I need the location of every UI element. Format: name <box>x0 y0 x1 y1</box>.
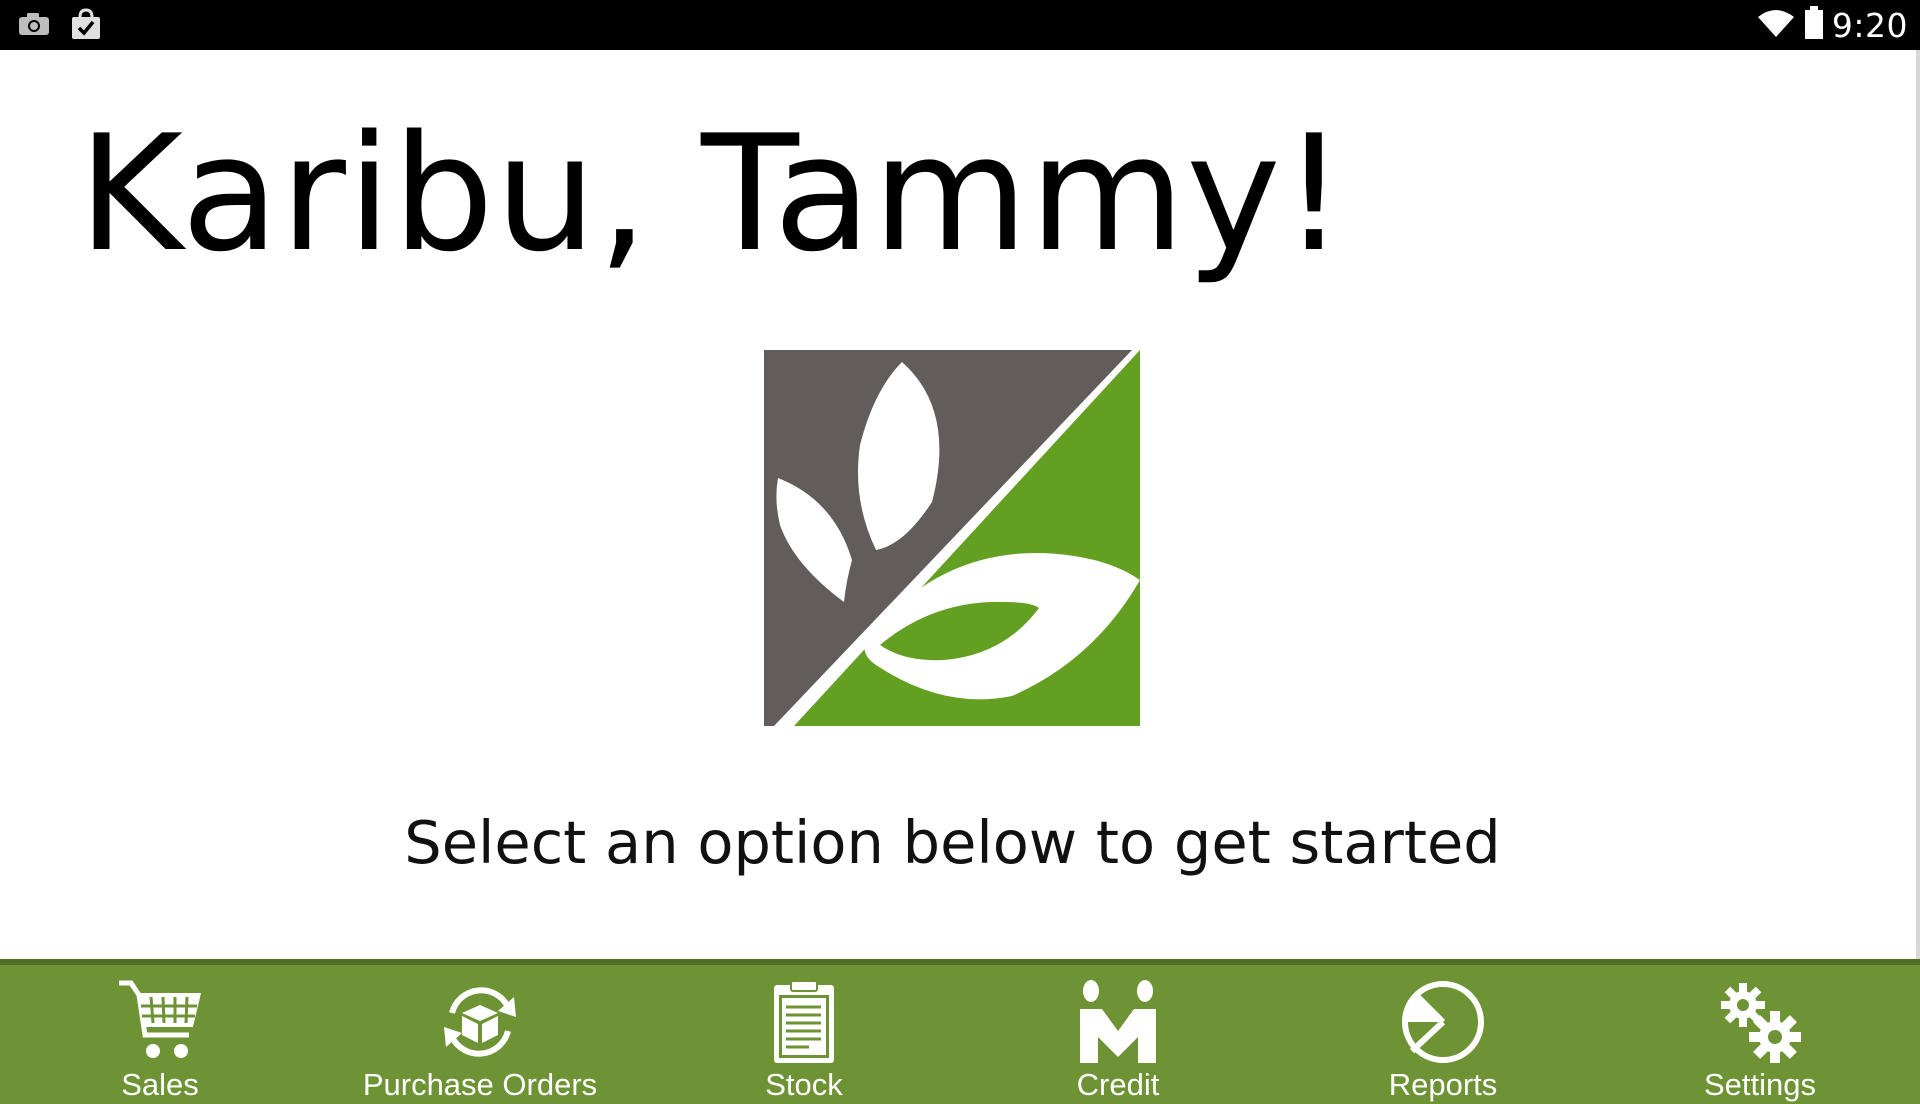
instruction-text: Select an option below to get started <box>404 808 1501 877</box>
gears-icon <box>1721 983 1801 1063</box>
scroll-edge <box>1916 50 1920 1104</box>
nav-settings[interactable]: Settings <box>1700 965 1820 1104</box>
box-cycle-icon <box>444 987 516 1057</box>
clipboard-icon <box>774 980 834 1063</box>
shopping-bag-check-icon <box>70 8 102 45</box>
nav-sales[interactable]: Sales <box>100 965 220 1104</box>
bottom-nav: Sales Purchase Orders Stock Credit Repor… <box>0 959 1920 1104</box>
nav-sales-label: Sales <box>121 1067 199 1102</box>
shopping-cart-icon <box>119 980 201 1058</box>
handshake-people-icon <box>1080 980 1156 1063</box>
nav-reports[interactable]: Reports <box>1383 965 1503 1104</box>
greeting-title: Karibu, Tammy! <box>78 100 1347 287</box>
pie-chart-icon <box>1402 981 1484 1063</box>
nav-settings-label: Settings <box>1703 1067 1816 1102</box>
status-bar: 9:20 <box>0 0 1920 50</box>
battery-icon <box>1804 5 1824 45</box>
nav-credit-label: Credit <box>1076 1067 1160 1102</box>
home-screen: Karibu, Tammy! Select an option below to… <box>0 50 1920 959</box>
nav-purchase-orders[interactable]: Purchase Orders <box>360 965 600 1104</box>
nav-credit[interactable]: Credit <box>1058 965 1178 1104</box>
nav-stock[interactable]: Stock <box>744 965 864 1104</box>
clock: 9:20 <box>1831 5 1908 45</box>
nav-purchase-orders-label: Purchase Orders <box>362 1067 598 1102</box>
notification-icons <box>18 8 102 45</box>
system-status: 9:20 <box>1756 4 1908 46</box>
nav-stock-label: Stock <box>765 1067 843 1102</box>
wifi-icon <box>1756 7 1796 44</box>
camera-icon <box>18 12 50 41</box>
nav-reports-label: Reports <box>1388 1067 1498 1102</box>
leaf-logo <box>764 350 1140 726</box>
